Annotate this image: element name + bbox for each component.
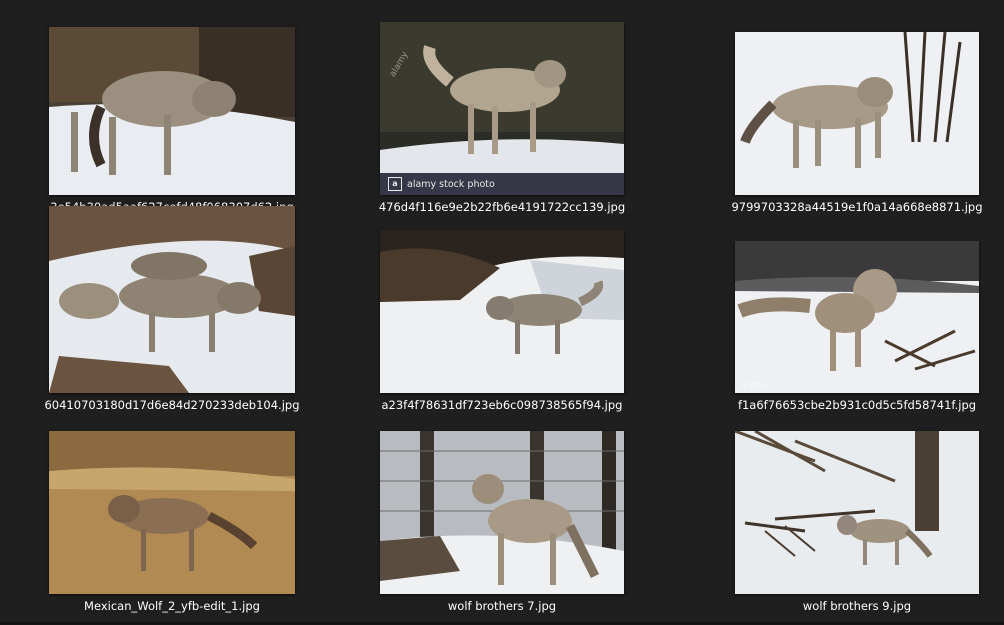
- file-name: wolf brothers 9.jpg: [802, 599, 912, 613]
- file-name: 476d4f116e9e2b22fb6e4191722cc139.jpg: [378, 200, 626, 214]
- file-tile[interactable]: wolf brothers 9.jpg: [707, 416, 1004, 621]
- image-thumbnail[interactable]: [49, 431, 295, 594]
- image-thumbnail[interactable]: [380, 230, 624, 393]
- file-tile[interactable]: 60410703180d17d6e84d270233deb104.jpg: [22, 206, 322, 420]
- file-name: a23f4f78631df723eb6c098738565f94.jpg: [381, 398, 623, 412]
- file-tile[interactable]: 3e54b30ad5aaf627cefd48f068307d62.jpg: [22, 17, 322, 222]
- image-thumbnail[interactable]: [735, 32, 979, 195]
- watermark-text: alamy stock photo: [407, 178, 495, 190]
- alamy-logo-icon: a: [388, 177, 402, 191]
- file-tile[interactable]: wolf brothers 7.jpg: [352, 416, 652, 621]
- file-tile[interactable]: a23f4f78631df723eb6c098738565f94.jpg: [352, 215, 652, 420]
- thumbnail-grid: 3e54b30ad5aaf627cefd48f068307d62.jpg ala…: [0, 0, 1004, 625]
- image-thumbnail[interactable]: [380, 431, 624, 594]
- file-name: f1a6f76653cbe2b931c0d5c5fd58741f.jpg: [737, 398, 977, 412]
- image-thumbnail[interactable]: [735, 431, 979, 594]
- file-name: 9799703328a44519e1f0a14a668e8871.jpg: [731, 200, 983, 214]
- file-tile[interactable]: © IBUL f1a6f76653cbe2b931c0d5c5fd58741f.…: [707, 215, 1004, 420]
- watermark-bar: a alamy stock photo: [380, 173, 624, 195]
- file-tile[interactable]: 9799703328a44519e1f0a14a668e8871.jpg: [707, 17, 1004, 222]
- image-thumbnail[interactable]: alamy a alamy stock photo: [380, 22, 624, 195]
- photo-signature: © IBUL: [741, 381, 767, 389]
- image-thumbnail[interactable]: [49, 206, 295, 393]
- image-thumbnail[interactable]: © IBUL: [735, 241, 979, 393]
- file-name: 60410703180d17d6e84d270233deb104.jpg: [44, 398, 300, 412]
- image-thumbnail[interactable]: [49, 27, 295, 195]
- file-name: wolf brothers 7.jpg: [447, 599, 557, 613]
- file-name: Mexican_Wolf_2_yfb-edit_1.jpg: [84, 599, 260, 613]
- file-tile[interactable]: alamy a alamy stock photo 476d4f116e9e2b…: [352, 17, 652, 222]
- file-tile[interactable]: Mexican_Wolf_2_yfb-edit_1.jpg: [22, 416, 322, 621]
